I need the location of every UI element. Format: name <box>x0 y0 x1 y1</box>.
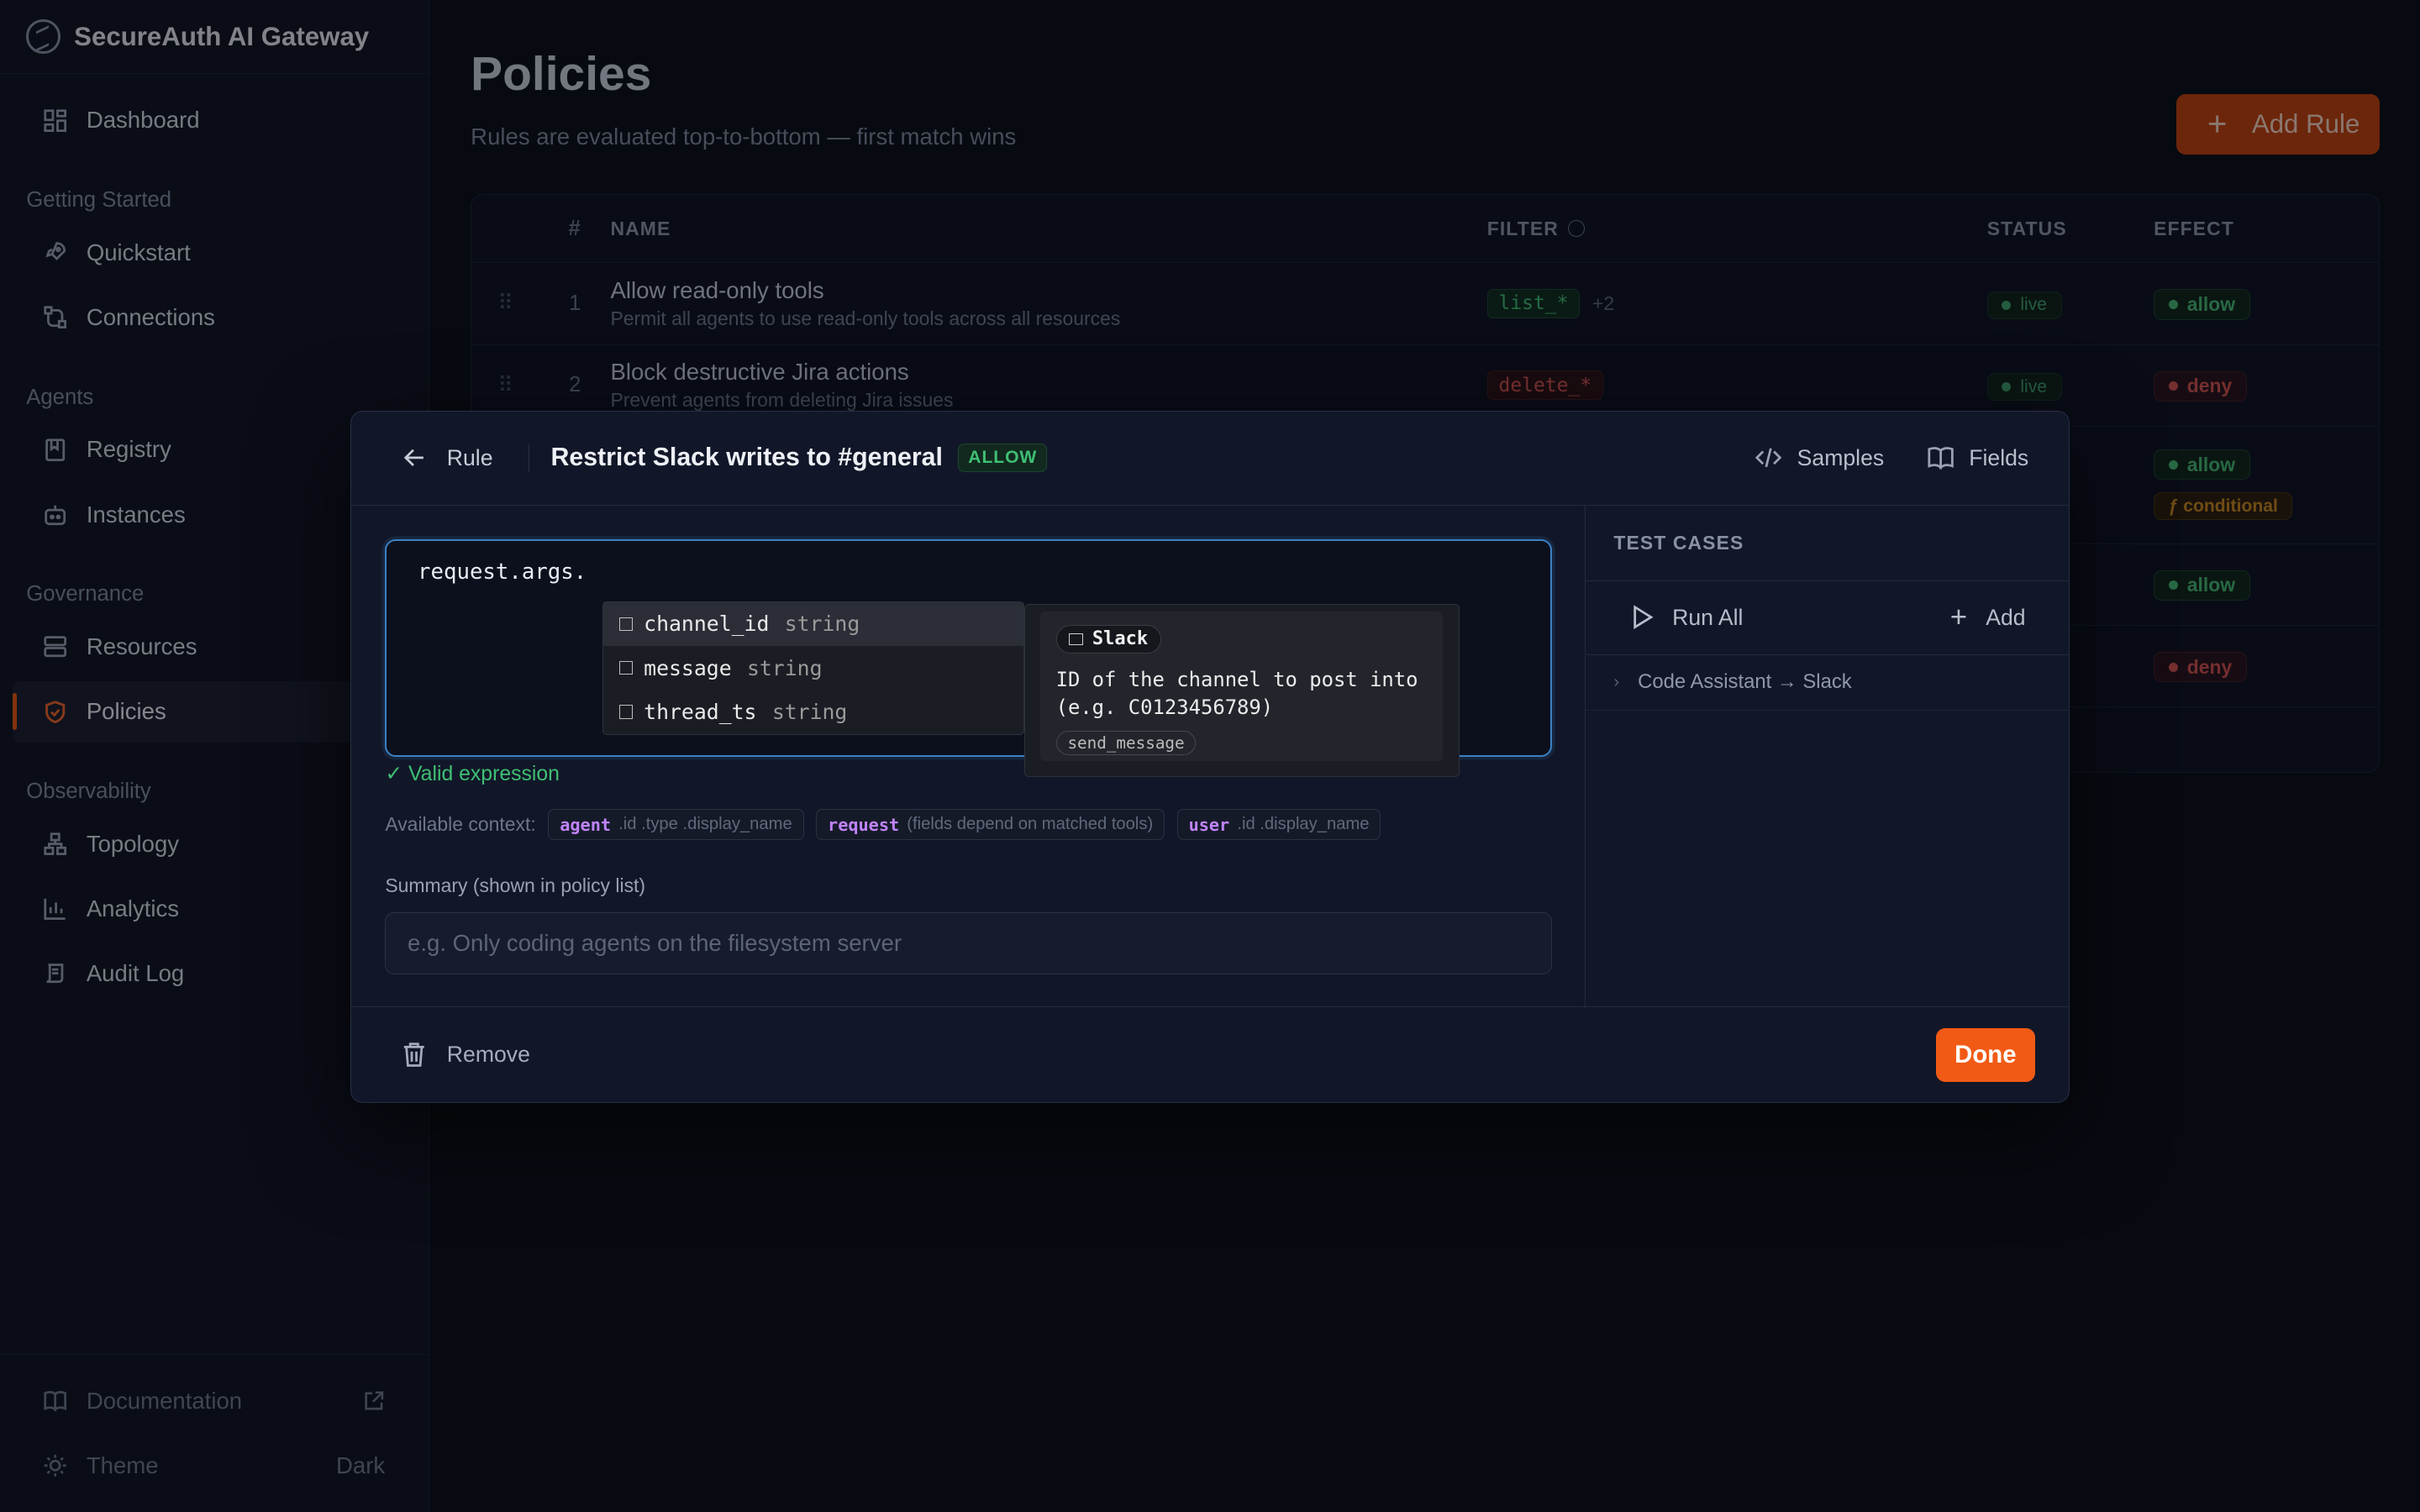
doc-description: ID of the channel to post into (e.g. C01… <box>1055 667 1418 719</box>
expression-panel: request.args. channel_id string message st… <box>351 505 1586 1009</box>
test-cases-title: TEST CASES <box>1586 506 2069 581</box>
remove-button[interactable]: Remove <box>402 1042 530 1068</box>
effect-badge: ALLOW <box>958 444 1048 472</box>
code-icon <box>1755 447 1782 469</box>
tool-tag: send_message <box>1055 730 1197 755</box>
field-icon <box>618 705 634 719</box>
plus-icon: + <box>1949 601 1968 634</box>
back-button[interactable]: Rule <box>403 444 529 472</box>
expression-editor[interactable]: request.args. channel_id string message st… <box>385 538 1552 777</box>
context-chip-request[interactable]: request (fields depend on matched tools) <box>816 809 1165 841</box>
modal-header: Rule Restrict Slack writes to #general A… <box>350 412 2069 506</box>
samples-label: Samples <box>1797 444 1885 470</box>
test-case-item[interactable]: › Code Assistant → Slack <box>1586 655 2069 711</box>
editor-text: request.args. <box>418 559 587 585</box>
autocomplete-list: channel_id string message string thread_ts… <box>602 601 1024 736</box>
remove-label: Remove <box>446 1042 530 1068</box>
open-book-icon <box>1928 446 1954 470</box>
context-chip-user[interactable]: user .id .display_name <box>1176 809 1381 841</box>
server-icon <box>1069 633 1083 646</box>
test-case-label: Code Assistant → Slack <box>1638 670 1852 694</box>
field-icon <box>618 660 634 675</box>
app-root: SecureAuth AI Gateway Dashboard Getting … <box>0 0 2420 1512</box>
trash-icon <box>402 1042 426 1068</box>
add-label: Add <box>1986 604 2026 630</box>
summary-label: Summary (shown in policy list) <box>385 874 646 896</box>
context-label: Available context: <box>385 813 536 836</box>
validation-status: ✓ Valid expression <box>385 763 560 786</box>
summary-input[interactable] <box>385 912 1552 974</box>
run-all-button[interactable]: Run All <box>1632 605 1743 631</box>
autocomplete-item[interactable]: thread_ts string <box>603 690 1023 733</box>
fields-button[interactable]: Fields <box>1928 444 2029 471</box>
add-test-case-button[interactable]: + Add <box>1950 601 2026 634</box>
autocomplete-item[interactable]: message string <box>603 646 1023 690</box>
test-cases-panel: TEST CASES Run All + Add › Code Assistan… <box>1586 506 2069 1009</box>
done-button[interactable]: Done <box>1936 1027 2035 1082</box>
samples-button[interactable]: Samples <box>1755 445 1884 471</box>
fields-label: Fields <box>1969 444 2029 470</box>
back-label: Rule <box>446 444 493 470</box>
chevron-right-icon: › <box>1613 672 1620 691</box>
arrow-left-icon <box>403 447 425 469</box>
autocomplete-doc: Slack ID of the channel to post into (e.… <box>1023 604 1460 777</box>
field-icon <box>618 617 634 632</box>
modal-footer: Remove Done <box>350 1006 2069 1102</box>
available-context: Available context: agent .id .type .displ… <box>385 809 1381 841</box>
modal-title: Restrict Slack writes to #general <box>550 444 943 472</box>
rule-editor-modal: Rule Restrict Slack writes to #general A… <box>350 410 2070 1104</box>
context-chip-agent[interactable]: agent .id .type .display_name <box>548 809 804 841</box>
play-icon <box>1632 605 1654 630</box>
run-all-label: Run All <box>1672 604 1744 630</box>
service-chip: Slack <box>1055 624 1161 654</box>
autocomplete-item[interactable]: channel_id string <box>603 601 1023 646</box>
